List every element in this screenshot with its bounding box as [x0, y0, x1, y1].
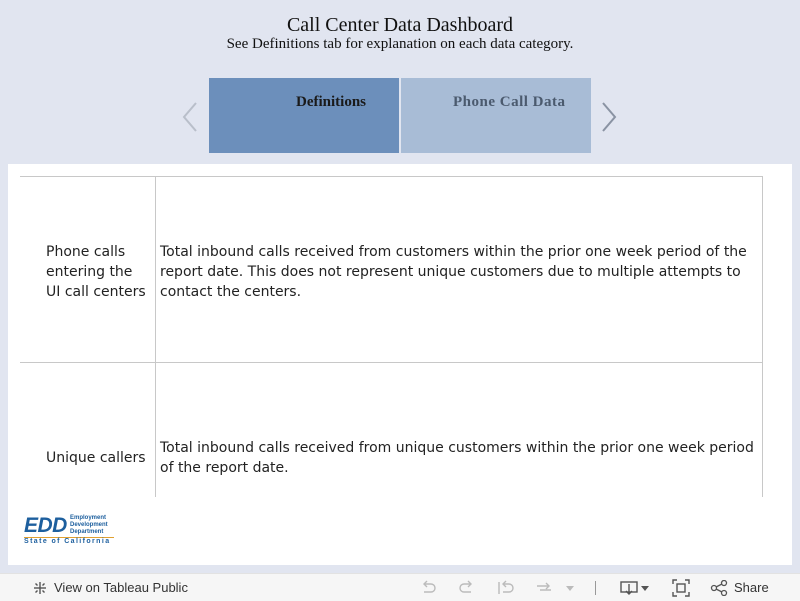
tableau-toolbar: View on Tableau Public Share [0, 573, 800, 601]
tab-phone-call-data[interactable]: Phone Call Data [401, 78, 591, 153]
view-on-tableau-public-link[interactable]: View on Tableau Public [32, 574, 188, 601]
share-label: Share [734, 580, 769, 595]
column-divider [155, 177, 156, 362]
refresh-icon [537, 582, 551, 591]
page-title: Call Center Data Dashboard [286, 14, 514, 36]
edd-logo: EDD Employment Development Department St… [24, 514, 116, 548]
redo-icon [459, 580, 472, 593]
undo-button[interactable] [419, 574, 437, 601]
download-icon [620, 580, 649, 595]
tab-phone-call-data-label: Phone Call Data [453, 94, 566, 110]
chevron-right-icon [602, 102, 617, 132]
fullscreen-icon [672, 578, 690, 597]
logo-line-2: Development [70, 522, 108, 528]
definition-text: Total inbound calls received from custom… [160, 244, 747, 300]
column-divider [155, 363, 156, 497]
definitions-table[interactable]: Phone calls entering the UI call centers… [20, 176, 763, 497]
share-button[interactable]: Share [710, 574, 769, 601]
view-on-tableau-public-label: View on Tableau Public [54, 580, 188, 595]
revert-icon [498, 580, 514, 594]
refresh-dropdown-button[interactable] [565, 574, 575, 601]
chevron-down-icon [566, 585, 574, 591]
logo-line-1: Employment [70, 515, 107, 521]
tab-definitions[interactable]: Definitions [209, 78, 399, 153]
table-row: Phone calls entering the UI call centers… [20, 177, 762, 363]
tab-definitions-label: Definitions [296, 94, 367, 110]
prev-tab-button[interactable] [178, 95, 202, 139]
logo-abbr: EDD [24, 514, 67, 537]
table-row: Unique callers Total inbound calls recei… [20, 363, 762, 497]
definition-term: Phone calls entering the UI call centers [46, 244, 146, 300]
page-subtitle: See Definitions tab for explanation on e… [226, 36, 574, 52]
dashboard-header: Call Center Data Dashboard See Definitio… [0, 0, 800, 160]
logo-line-3: Department [70, 529, 104, 535]
fullscreen-button[interactable] [672, 574, 690, 601]
undo-icon [423, 580, 436, 593]
share-icon [710, 579, 728, 596]
download-button[interactable] [620, 574, 650, 601]
refresh-button[interactable] [535, 574, 553, 601]
chevron-left-icon [182, 102, 197, 132]
logo-state: State of California [24, 538, 111, 545]
tableau-logo-icon [32, 580, 48, 596]
dashboard-content: Phone calls entering the UI call centers… [8, 164, 792, 565]
next-tab-button[interactable] [597, 95, 621, 139]
definition-term: Unique callers [46, 450, 146, 466]
definition-text: Total inbound calls received from unique… [160, 440, 754, 476]
redo-button[interactable] [458, 574, 476, 601]
toolbar-divider [595, 581, 596, 595]
revert-button[interactable] [497, 574, 515, 601]
